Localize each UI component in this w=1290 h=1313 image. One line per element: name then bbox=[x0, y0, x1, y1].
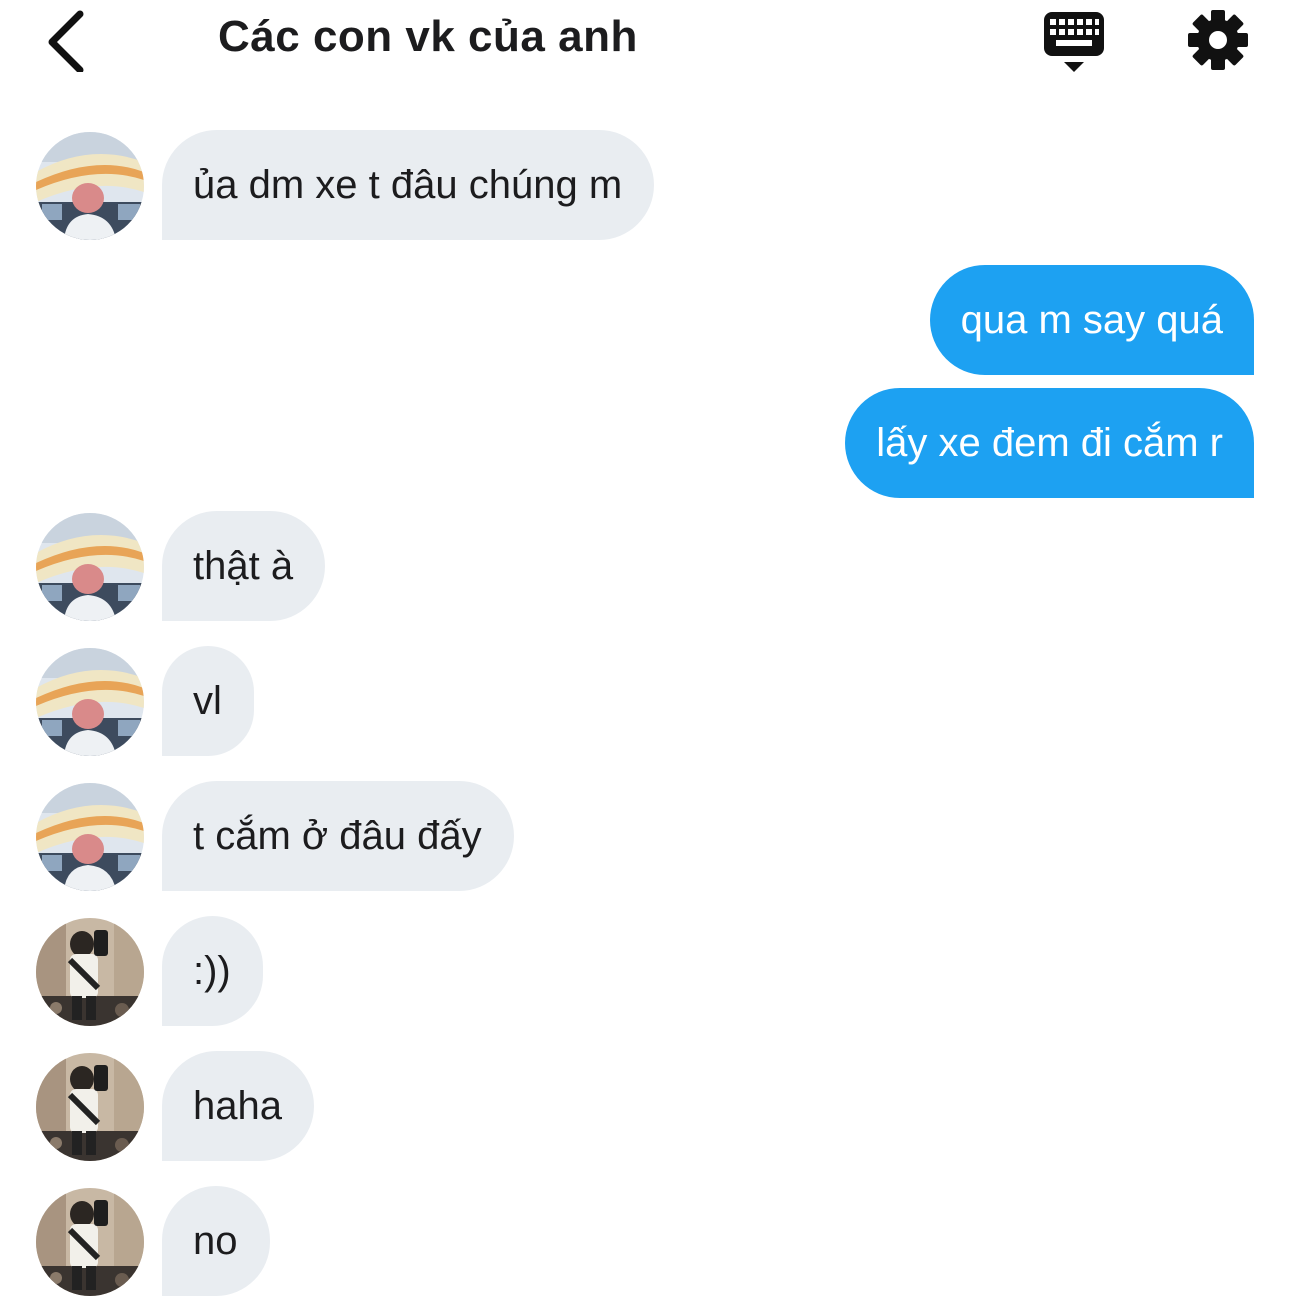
message-row: :)) bbox=[0, 916, 1290, 1026]
message-row: no bbox=[0, 1186, 1290, 1296]
conversation-title: Các con vk của anh bbox=[218, 12, 638, 61]
avatar-image bbox=[36, 1188, 144, 1296]
chat-header: Các con vk của anh bbox=[0, 0, 1290, 90]
gear-icon bbox=[1188, 10, 1248, 70]
avatar[interactable] bbox=[36, 648, 144, 756]
message-row: qua m say quá bbox=[0, 265, 1290, 375]
avatar-image bbox=[36, 783, 144, 891]
message-row: thật à bbox=[0, 511, 1290, 621]
incoming-message-bubble[interactable]: t cắm ở đâu đấy bbox=[162, 781, 514, 891]
incoming-message-bubble[interactable]: vl bbox=[162, 646, 254, 756]
message-row: lấy xe đem đi cắm r bbox=[0, 388, 1290, 498]
avatar[interactable] bbox=[36, 513, 144, 621]
avatar-image bbox=[36, 513, 144, 621]
chevron-left-icon bbox=[48, 10, 84, 74]
message-row: haha bbox=[0, 1051, 1290, 1161]
outgoing-message-bubble[interactable]: lấy xe đem đi cắm r bbox=[845, 388, 1254, 498]
incoming-message-bubble[interactable]: ủa dm xe t đâu chúng m bbox=[162, 130, 655, 240]
incoming-message-bubble[interactable]: no bbox=[162, 1186, 270, 1296]
keyboard-icon bbox=[1044, 12, 1104, 72]
avatar-image bbox=[36, 648, 144, 756]
avatar-image bbox=[36, 1053, 144, 1161]
back-button[interactable] bbox=[38, 6, 98, 74]
avatar[interactable] bbox=[36, 132, 144, 240]
avatar[interactable] bbox=[36, 1053, 144, 1161]
message-row: ủa dm xe t đâu chúng m bbox=[0, 130, 1290, 240]
message-row: t cắm ở đâu đấy bbox=[0, 781, 1290, 891]
avatar[interactable] bbox=[36, 1188, 144, 1296]
avatar[interactable] bbox=[36, 918, 144, 1026]
avatar-image bbox=[36, 918, 144, 1026]
settings-button[interactable] bbox=[1186, 8, 1250, 72]
keyboard-button[interactable] bbox=[1040, 10, 1108, 74]
incoming-message-bubble[interactable]: haha bbox=[162, 1051, 314, 1161]
message-row: vl bbox=[0, 646, 1290, 756]
incoming-message-bubble[interactable]: :)) bbox=[162, 916, 263, 1026]
incoming-message-bubble[interactable]: thật à bbox=[162, 511, 326, 621]
avatar-image bbox=[36, 132, 144, 240]
avatar[interactable] bbox=[36, 783, 144, 891]
outgoing-message-bubble[interactable]: qua m say quá bbox=[929, 265, 1254, 375]
